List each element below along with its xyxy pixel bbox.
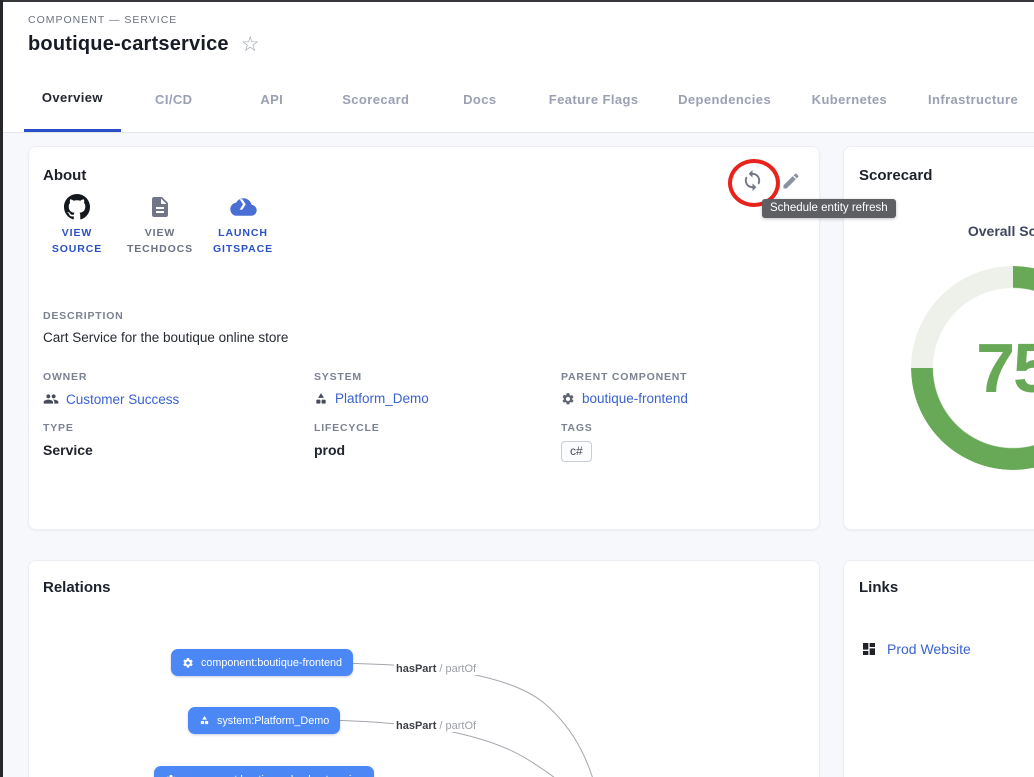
- edge-label: hasPart / partOf: [394, 663, 478, 675]
- about-card: About VIEWSOURCE: [28, 146, 820, 530]
- relation-node-boutique-checkoutservice[interactable]: component:boutique-checkoutservice: [154, 766, 374, 777]
- page-title: boutique-cartservice: [28, 33, 229, 56]
- tab-cicd[interactable]: CI/CD: [129, 66, 219, 132]
- github-icon: [64, 193, 90, 220]
- field-system: SYSTEM Platform_Demo: [314, 371, 429, 406]
- document-icon: [148, 193, 172, 220]
- tab-dependencies[interactable]: Dependencies: [662, 66, 786, 132]
- links-card: Links Prod Website: [843, 560, 1034, 777]
- launch-gitspace-label: LAUNCHGITSPACE: [213, 225, 273, 258]
- field-parent-component: PARENT COMPONENT boutique-frontend: [561, 371, 688, 406]
- system-icon: [314, 392, 328, 406]
- scorecard-heading: Scorecard: [859, 167, 932, 184]
- tab-api[interactable]: API: [227, 66, 317, 132]
- field-owner: OWNER Customer Success: [43, 371, 179, 407]
- tag-chip: c#: [561, 441, 592, 462]
- field-type: TYPE Service: [43, 422, 93, 458]
- launch-gitspace-button[interactable]: ❯ LAUNCHGITSPACE: [209, 193, 277, 258]
- tab-scorecard[interactable]: Scorecard: [325, 66, 427, 132]
- refresh-entity-button[interactable]: [741, 169, 764, 192]
- window-top-edge: [0, 0, 1034, 2]
- group-icon: [43, 391, 59, 407]
- tab-docs[interactable]: Docs: [435, 66, 525, 132]
- cloud-icon: ❯: [230, 193, 257, 220]
- entity-page: COMPONENT — SERVICE boutique-cartservice…: [0, 0, 1034, 777]
- entity-kind-breadcrumb: COMPONENT — SERVICE: [28, 14, 177, 26]
- relation-node-boutique-frontend[interactable]: component:boutique-frontend: [171, 649, 353, 676]
- about-actions: VIEWSOURCE VIEWTECHDOCS ❯: [43, 193, 277, 258]
- pencil-icon: [781, 171, 801, 191]
- system-icon: [199, 715, 210, 726]
- edit-entity-button[interactable]: [781, 171, 801, 191]
- component-icon: [561, 392, 575, 406]
- refresh-tooltip: Schedule entity refresh: [762, 199, 896, 218]
- dashboard-icon: [861, 641, 877, 657]
- page-header: COMPONENT — SERVICE boutique-cartservice…: [3, 2, 1034, 67]
- refresh-icon: [741, 169, 764, 192]
- tab-kubernetes[interactable]: Kubernetes: [795, 66, 904, 132]
- links-heading: Links: [859, 579, 898, 596]
- score-value: 75: [911, 266, 1034, 470]
- edge-label: hasPart / partOf: [394, 720, 478, 732]
- view-techdocs-label: VIEWTECHDOCS: [127, 225, 193, 258]
- view-source-button[interactable]: VIEWSOURCE: [43, 193, 111, 258]
- relations-card: Relations hasPart / partOf hasPart / par…: [28, 560, 820, 777]
- entity-tabbar: Overview CI/CD API Scorecard Docs Featur…: [3, 66, 1034, 133]
- parent-component-link[interactable]: boutique-frontend: [561, 391, 688, 406]
- field-description: DESCRIPTION Cart Service for the boutiqu…: [43, 310, 288, 345]
- about-heading: About: [43, 167, 86, 184]
- field-tags: TAGS c#: [561, 422, 593, 462]
- system-link[interactable]: Platform_Demo: [314, 391, 429, 406]
- favorite-star-icon[interactable]: ☆: [241, 34, 260, 55]
- tab-feature-flags[interactable]: Feature Flags: [533, 66, 655, 132]
- relation-node-platform-demo[interactable]: system:Platform_Demo: [188, 707, 340, 734]
- view-source-label: VIEWSOURCE: [52, 225, 102, 258]
- overall-score-label: Overall Score: [911, 223, 1034, 239]
- field-lifecycle: LIFECYCLE prod: [314, 422, 380, 458]
- component-icon: [165, 774, 177, 777]
- tab-overview[interactable]: Overview: [24, 66, 121, 132]
- owner-link[interactable]: Customer Success: [43, 391, 179, 407]
- view-techdocs-button[interactable]: VIEWTECHDOCS: [126, 193, 194, 258]
- tab-infrastructure[interactable]: Infrastructure: [912, 66, 1034, 132]
- component-icon: [182, 657, 194, 669]
- collapsed-sidebar-edge: [0, 0, 3, 777]
- prod-website-link[interactable]: Prod Website: [861, 641, 971, 657]
